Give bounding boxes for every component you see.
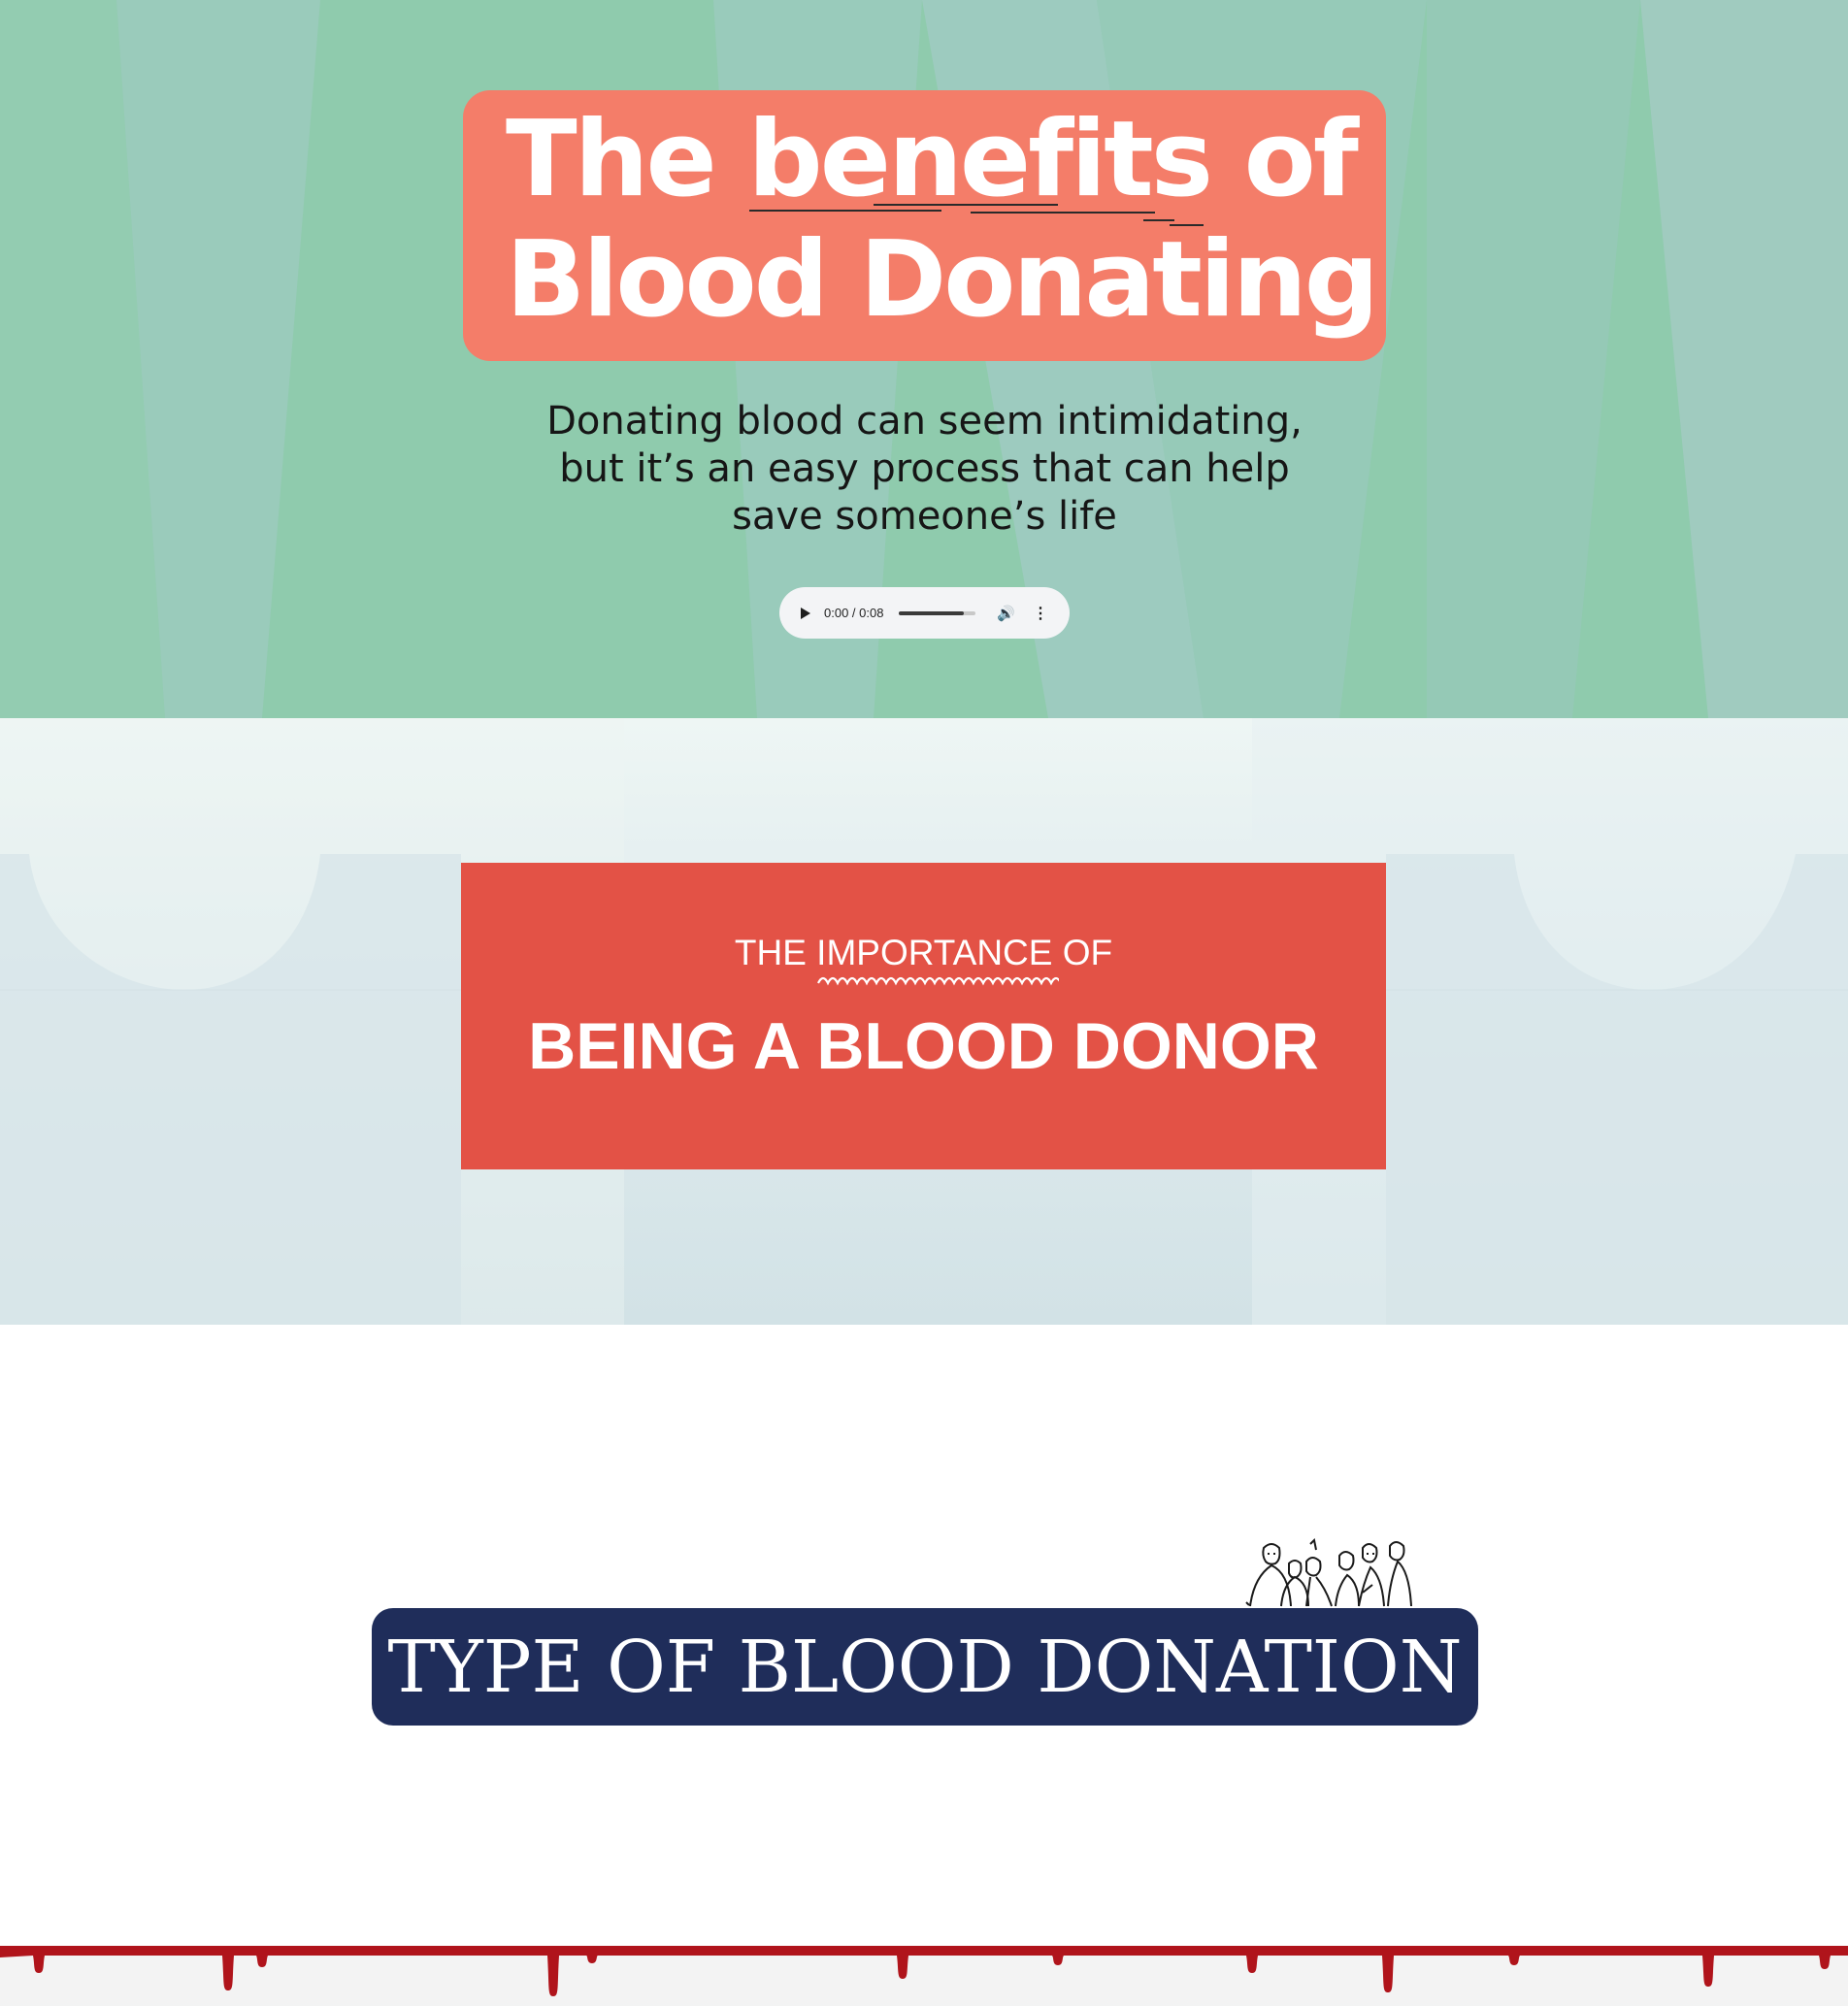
- wavy-underline: [817, 976, 1060, 986]
- donation-types-heading: TYPE OF BLOOD DONATION: [387, 1625, 1463, 1709]
- subtitle-line-2: but it’s an easy process that can help: [559, 446, 1290, 491]
- donation-types-heading-bar: TYPE OF BLOOD DONATION: [372, 1608, 1478, 1726]
- people-group-doodle: [1245, 1538, 1412, 1607]
- audio-seek-bar[interactable]: [899, 610, 976, 615]
- title-box: The benefits of Blood Donating: [463, 90, 1386, 361]
- kicker-word-of: OF: [1062, 933, 1113, 972]
- title-word-the: The: [506, 99, 717, 220]
- title-word-benefits: benefits: [747, 100, 1213, 226]
- kicker-word-the: THE: [734, 933, 807, 972]
- blood-drip-decoration: [0, 1946, 1848, 1996]
- play-icon[interactable]: [801, 607, 810, 619]
- audio-time: 0:00 / 0:08: [824, 606, 884, 620]
- importance-banner: THE IMPORTANCE OF BEING A BLOOD DONOR: [461, 863, 1386, 1169]
- more-options-icon[interactable]: ⋮: [1033, 604, 1048, 623]
- audio-player[interactable]: 0:00 / 0:08 🔊 ⋮: [779, 587, 1070, 639]
- hero-section: The benefits of Blood Donating Donating …: [0, 0, 1848, 718]
- seek-fill: [899, 610, 965, 615]
- title-line-2: Blood Donating: [506, 219, 1379, 341]
- subtitle-line-3: save someone’s life: [732, 494, 1117, 539]
- importance-heading: BEING A BLOOD DONOR: [528, 1009, 1319, 1083]
- volume-icon[interactable]: 🔊: [997, 605, 1015, 622]
- subtitle-line-1: Donating blood can seem intimidating,: [546, 399, 1303, 444]
- importance-section: THE IMPORTANCE OF BEING A BLOOD DONOR: [0, 718, 1848, 1325]
- importance-kicker: THE IMPORTANCE OF: [461, 933, 1386, 986]
- title-line-1: The benefits of: [506, 99, 1386, 226]
- hero-subtitle: Donating blood can seem intimidating, bu…: [485, 398, 1364, 541]
- kicker-word-importance: IMPORTANCE: [816, 933, 1060, 986]
- title-word-of: of: [1243, 99, 1359, 220]
- blood-drip-border: [0, 1946, 1848, 2006]
